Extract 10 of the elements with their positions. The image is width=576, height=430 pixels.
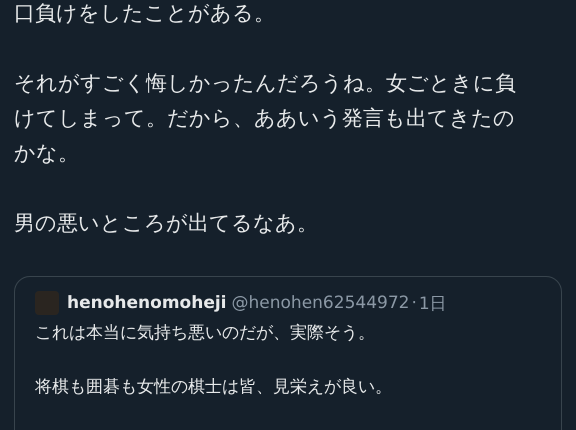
tweet-paragraph: 口負けをしたことがある。: [14, 0, 276, 27]
tweet-paragraph: 男の悪いところが出てるなあ。: [14, 210, 319, 237]
separator-dot: ·: [411, 293, 417, 313]
quoted-paragraph: これは本当に気持ち悪いのだが、実際そう。: [35, 322, 376, 345]
user-handle: @henohen62544972: [232, 293, 410, 313]
quoted-tweet-card[interactable]: henohenomoheji @henohen62544972·1日 これは本当に気持ち悪いのだが、実際そう。 将棋も囲碁も女性の棋士は皆、見栄えが良い。: [14, 276, 562, 430]
display-name: henohenomoheji: [67, 293, 227, 313]
quoted-paragraph: 将棋も囲碁も女性の棋士は皆、見栄えが良い。: [35, 376, 393, 399]
tweet-paragraph: それがすごく悔しかったんだろうね。女ごときに負 けてしまって。だから、ああいう発言も出てきたの かな。: [14, 70, 517, 167]
timestamp: 1日: [418, 292, 447, 314]
